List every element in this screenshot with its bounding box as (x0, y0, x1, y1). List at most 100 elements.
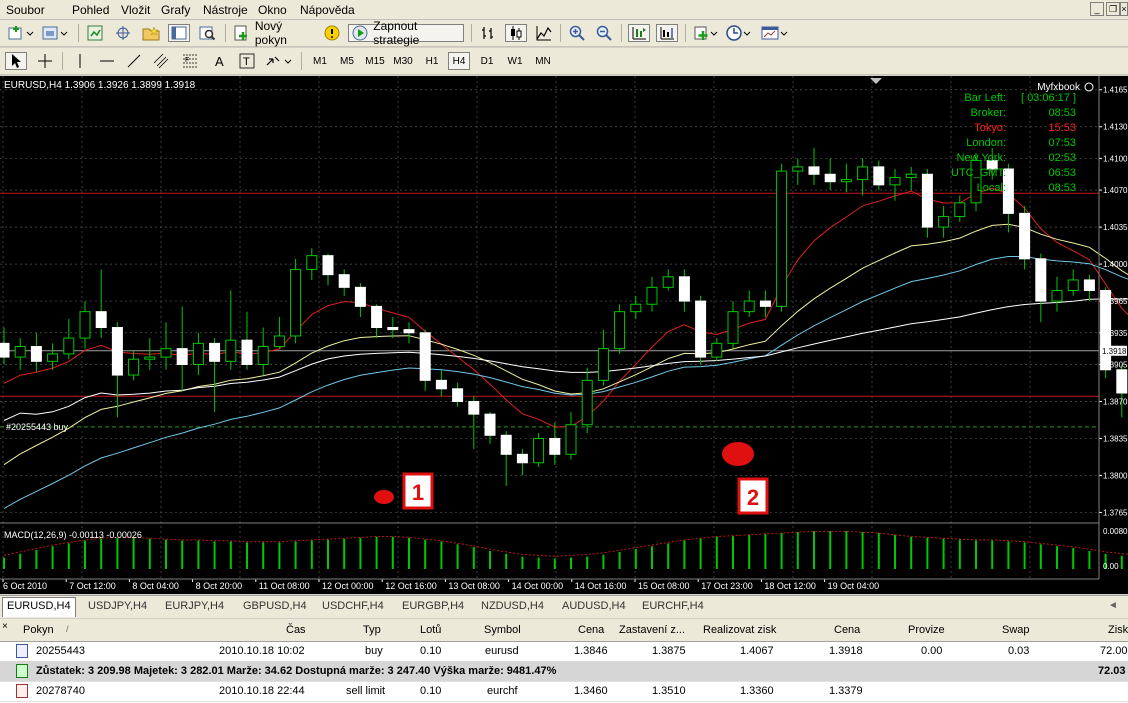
annotation-label-1: 1 (412, 480, 424, 505)
annotation-marker-2 (722, 442, 754, 466)
annotation-label-2: 2 (747, 485, 759, 510)
zoom-out-icon[interactable] (594, 24, 614, 42)
col-cena2[interactable]: Cena (834, 624, 860, 636)
candle-body (144, 356, 156, 360)
menu-grafy[interactable]: Grafy (161, 3, 190, 17)
trendline-icon[interactable] (124, 52, 144, 70)
tab-audusd[interactable]: AUDUSD,H4 (558, 598, 630, 615)
table-row[interactable]: 20255443 2010.10.18 10:02 buy 0.10 eurus… (0, 641, 1128, 662)
col-cena[interactable]: Cena (578, 624, 604, 636)
indicators-icon[interactable] (692, 24, 722, 42)
text-icon[interactable]: A (210, 52, 230, 70)
tabs-scroll-left-icon[interactable]: ◄ (1108, 600, 1118, 611)
start-strategy-button[interactable]: Zapnout strategie (348, 19, 464, 47)
cell-symbol: eurchf (487, 685, 518, 697)
equidistant-channel-icon[interactable] (151, 52, 171, 70)
fibonacci-icon[interactable]: F (180, 52, 200, 70)
strategy-tester-icon[interactable] (196, 24, 218, 42)
candle-body (1019, 212, 1031, 260)
timeframe-m15[interactable]: M15 (362, 52, 388, 70)
tab-nzdusd[interactable]: NZDUSD,H4 (477, 598, 548, 615)
candle-body (500, 434, 512, 455)
chart-grid (0, 76, 1099, 579)
crosshair-navigator-icon[interactable] (113, 24, 133, 42)
timeframe-m30[interactable]: M30 (390, 52, 416, 70)
time-tick-label: 12 Oct 00:00 (322, 581, 374, 591)
candle-body (695, 300, 707, 358)
horizontal-line-icon[interactable] (97, 52, 117, 70)
tab-usdjpy[interactable]: USDJPY,H4 (84, 598, 151, 615)
candle-body (95, 311, 107, 329)
text-label-icon[interactable]: T (237, 52, 257, 70)
cell-cena: 1.3460 (574, 685, 608, 697)
timeframe-h4[interactable]: H4 (448, 52, 470, 70)
col-zisk[interactable]: Zisk (1108, 624, 1128, 636)
tab-eurusd[interactable]: EURUSD,H4 (2, 597, 76, 617)
candle-body (727, 311, 739, 344)
new-chart-icon[interactable] (6, 24, 36, 42)
vertical-line-icon[interactable] (70, 52, 90, 70)
timeframe-h1[interactable]: H1 (421, 52, 443, 70)
timeframe-w1[interactable]: W1 (504, 52, 526, 70)
cell-cena2: 1.3379 (829, 685, 863, 697)
autoscroll-icon[interactable] (628, 24, 650, 42)
current-price-label: 1.3918 (1102, 347, 1127, 356)
terminal-icon[interactable] (168, 24, 190, 42)
periods-clock-icon[interactable] (726, 24, 754, 42)
col-pokyn[interactable]: Pokyn (23, 624, 54, 636)
gear-icon[interactable] (1084, 82, 1094, 92)
cell-symbol: eurusd (485, 645, 519, 657)
metaeditor-warning-icon[interactable] (322, 24, 342, 42)
line-chart-icon[interactable] (534, 24, 554, 42)
col-takeprofit[interactable]: Realizovat zisk (703, 624, 776, 636)
candle-body (257, 346, 269, 365)
cursor-icon[interactable] (5, 52, 27, 70)
market-watch-icon[interactable] (85, 24, 105, 42)
tab-eurjpy[interactable]: EURJPY,H4 (161, 598, 228, 615)
menu-nastroje[interactable]: Nástroje (203, 3, 248, 17)
templates-icon[interactable] (760, 24, 790, 42)
table-row[interactable]: 20278740 2010.10.18 22:44 sell limit 0.1… (0, 681, 1128, 702)
candlestick-chart-icon[interactable] (505, 24, 527, 42)
crosshair-icon[interactable] (34, 52, 56, 70)
tab-eurchf[interactable]: EURCHF,H4 (638, 598, 708, 615)
time-tick-label: 7 Oct 12:00 (69, 581, 116, 591)
menu-napoveda[interactable]: Nápověda (300, 3, 355, 17)
candle-body (225, 339, 237, 362)
candle-body (30, 346, 42, 362)
col-provize[interactable]: Provize (908, 624, 945, 636)
col-swap[interactable]: Swap (1002, 624, 1030, 636)
time-tick-label: 12 Oct 16:00 (385, 581, 437, 591)
col-cas[interactable]: Čas (286, 624, 306, 636)
close-button[interactable]: × (1120, 2, 1128, 16)
folder-star-icon[interactable] (140, 24, 162, 42)
arrows-icon[interactable] (264, 52, 294, 70)
menu-pohled[interactable]: Pohled (72, 3, 109, 17)
bar-chart-icon[interactable] (478, 24, 498, 42)
price-chart[interactable]: 1.4165 1.4130 1.4100 1.4070 1.4035 1.4000 1.39… (0, 76, 1128, 594)
tab-eurgbp[interactable]: EURGBP,H4 (398, 598, 468, 615)
profiles-icon[interactable] (40, 24, 70, 42)
tab-gbpusd[interactable]: GBPUSD,H4 (239, 598, 311, 615)
col-typ[interactable]: Typ (363, 624, 381, 636)
timeframe-mn[interactable]: MN (531, 52, 555, 70)
timeframe-d1[interactable]: D1 (476, 52, 498, 70)
timeframe-m1[interactable]: M1 (309, 52, 331, 70)
minimize-button[interactable]: _ (1090, 2, 1104, 16)
menu-vlozit[interactable]: Vložit (121, 3, 150, 17)
menu-okno[interactable]: Okno (258, 3, 287, 17)
timeframe-m5[interactable]: M5 (336, 52, 358, 70)
chart-shift-icon[interactable] (656, 24, 678, 42)
zoom-in-icon[interactable] (567, 24, 587, 42)
col-stoploss[interactable]: Zastavení z... (619, 624, 685, 636)
chart-window[interactable]: 1.4165 1.4130 1.4100 1.4070 1.4035 1.4000 1.39… (0, 76, 1128, 594)
menu-soubor[interactable]: Soubor (6, 3, 45, 17)
tab-usdchf[interactable]: USDCHF,H4 (318, 598, 388, 615)
col-lotu[interactable]: Lotů (420, 624, 441, 636)
standard-toolbar: Nový pokyn Zapnout strategie (0, 19, 1128, 47)
new-order-button[interactable]: Nový pokyn (233, 19, 317, 47)
restore-button[interactable]: ❐ (1106, 2, 1120, 16)
col-symbol[interactable]: Symbol (484, 624, 521, 636)
terminal-close-icon[interactable]: × (2, 622, 12, 632)
balance-summary: Zůstatek: 3 209.98 Majetek: 3 282.01 Mar… (36, 665, 557, 677)
